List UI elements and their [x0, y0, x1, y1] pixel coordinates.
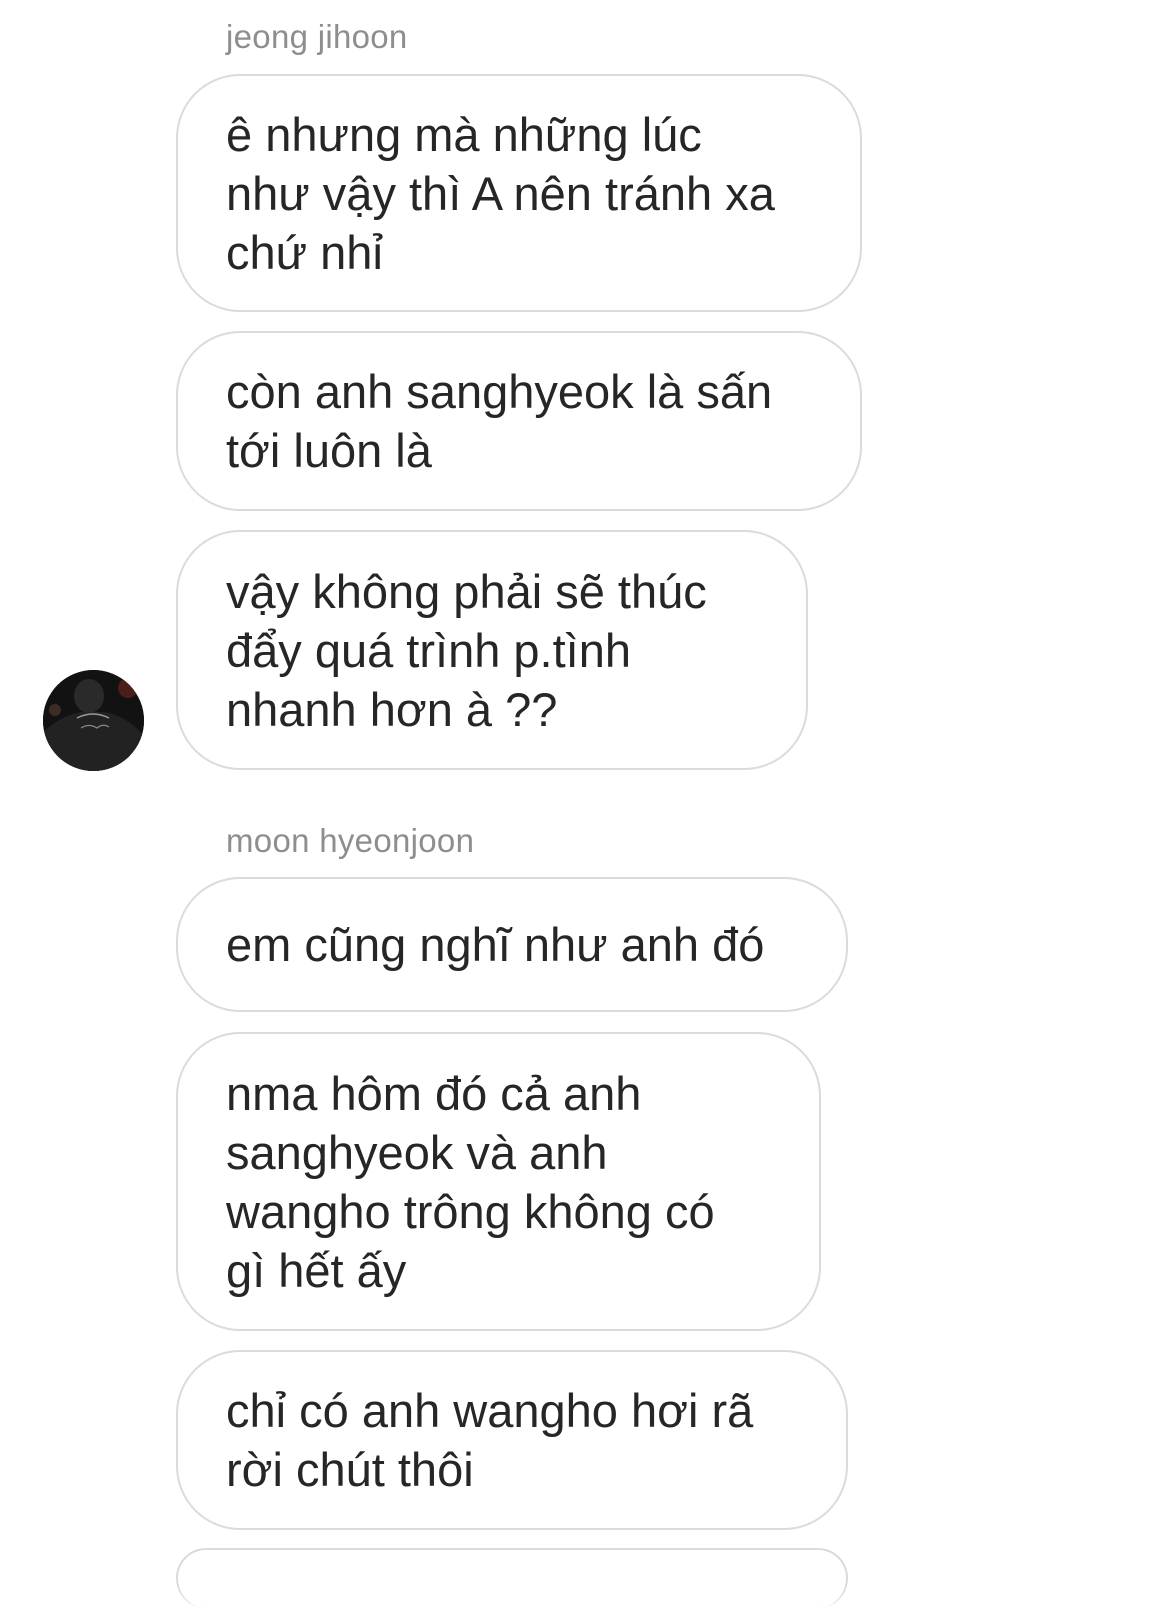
message-text: nma hôm đó cả anh sanghyeok và anh wangh…	[226, 1066, 715, 1297]
message-bubble[interactable]: nma hôm đó cả anh sanghyeok và anh wangh…	[176, 1032, 821, 1331]
message-bubble[interactable]: vậy không phải sẽ thúc đẩy quá trình p.t…	[176, 530, 808, 770]
message-text: vậy không phải sẽ thúc đẩy quá trình p.t…	[226, 564, 707, 736]
message-text: chỉ có anh wangho hơi rã rời chút thôi	[226, 1384, 754, 1496]
sender-name: jeong jihoon	[226, 18, 408, 55]
message-text: ê nhưng mà những lúc như vậy thì A nên t…	[226, 107, 775, 279]
message-bubble[interactable]: ê nhưng mà những lúc như vậy thì A nên t…	[176, 74, 862, 312]
message-bubble-partial[interactable]	[176, 1548, 848, 1608]
message-text: em cũng nghĩ như anh đó	[226, 918, 765, 971]
message-bubble[interactable]: em cũng nghĩ như anh đó	[176, 877, 848, 1012]
message-text: còn anh sanghyeok là sấn tới luôn là	[226, 365, 773, 477]
message-bubble[interactable]: còn anh sanghyeok là sấn tới luôn là	[176, 331, 862, 511]
sender-name: moon hyeonjoon	[226, 822, 475, 859]
message-bubble[interactable]: chỉ có anh wangho hơi rã rời chút thôi	[176, 1350, 848, 1530]
user-photo-avatar-icon	[43, 670, 144, 771]
avatar[interactable]	[43, 670, 144, 771]
